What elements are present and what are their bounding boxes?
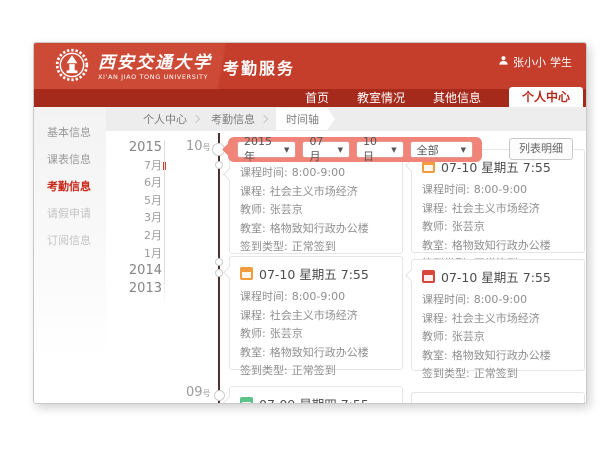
scale-year-2015[interactable]: 2015 — [98, 139, 162, 157]
timeline-node — [215, 258, 223, 266]
caret-down-icon: ▼ — [284, 146, 289, 154]
scale-year-2013[interactable]: 2013 — [98, 280, 162, 298]
app-header: 西安交通大学 XI'AN JIAO TONG UNIVERSITY 考勤服务 张… — [34, 43, 586, 89]
university-emblem-icon — [54, 47, 90, 87]
day-select[interactable]: 10日▼ — [356, 141, 404, 158]
caret-down-icon: ▼ — [338, 146, 343, 154]
sidebar-item-schedule-info[interactable]: 课表信息 — [34, 146, 106, 173]
card-header: 07-10 星期五 7:55 — [230, 257, 402, 283]
sidebar-item-subscription-info[interactable]: 订阅信息 — [34, 227, 106, 254]
attendance-card[interactable] — [411, 392, 585, 404]
breadcrumb-personal-center[interactable]: 个人中心 — [140, 111, 190, 127]
attendance-card[interactable]: 课程时间:8:00-9:00 课程:社会主义市场经济 教师:张芸京 教室:格物致… — [229, 151, 403, 254]
caret-down-icon: ▼ — [461, 146, 466, 154]
attendance-card[interactable]: 07-10 星期五 7:55 课程时间:8:00-9:00 课程:社会主义市场经… — [411, 149, 585, 253]
attendance-card[interactable]: 07-10 星期五 7:55 课程时间:8:00-9:00 课程:社会主义市场经… — [229, 256, 403, 370]
timeline-node — [214, 390, 225, 401]
service-title: 考勤服务 — [223, 55, 295, 79]
main-nav: 首页 教室情况 其他信息 个人中心 — [34, 89, 586, 107]
filter-bar: 2015年▼ 07月▼ 10日▼ 全部▼ — [228, 137, 482, 162]
timeline-scale: 2015 7月 6月 5月 3月 2月 1月 2014 2013 — [98, 139, 162, 297]
attendance-card[interactable]: 07-10 星期五 7:55 课程时间:8:00-9:00 课程:社会主义市场经… — [411, 259, 585, 371]
scale-month-3[interactable]: 3月 — [98, 209, 162, 227]
scope-select[interactable]: 全部▼ — [410, 141, 473, 158]
sidebar-item-leave-request[interactable]: 请假申请 — [34, 200, 106, 227]
card-date-title: 07-10 星期五 7:55 — [441, 267, 551, 286]
sidebar-item-attendance-info[interactable]: 考勤信息 — [34, 173, 106, 200]
user-role: 学生 — [550, 54, 572, 70]
timeline-axis — [218, 133, 220, 403]
scale-month-1[interactable]: 1月 — [98, 245, 162, 263]
sidebar-item-basic-info[interactable]: 基本信息 — [34, 119, 106, 146]
card-date-title: 07-10 星期五 7:55 — [259, 264, 369, 283]
breadcrumb-timeline[interactable]: 时间轴 — [276, 108, 335, 130]
card-date-title: 07-09 星期四 7:55 — [259, 394, 369, 404]
attendance-card[interactable]: 07-09 星期四 7:55 — [229, 386, 403, 404]
calendar-icon — [240, 397, 253, 404]
day-marker-10: 10号 — [186, 139, 211, 154]
calendar-icon — [240, 267, 253, 280]
user-info[interactable]: 张小小 学生 — [498, 54, 572, 70]
scale-month-2[interactable]: 2月 — [98, 227, 162, 245]
card-header: 07-10 星期五 7:55 — [412, 260, 584, 286]
scale-divider — [164, 140, 165, 308]
nav-item-home[interactable]: 首页 — [305, 89, 329, 107]
breadcrumb-attendance-info[interactable]: 考勤信息 — [208, 111, 258, 127]
person-icon — [498, 55, 509, 69]
sidebar: 基本信息 课表信息 考勤信息 请假申请 订阅信息 — [34, 107, 106, 403]
scale-month-5[interactable]: 5月 — [98, 192, 162, 210]
user-name: 张小小 — [513, 54, 546, 70]
year-select[interactable]: 2015年▼ — [237, 141, 296, 158]
caret-down-icon: ▼ — [391, 146, 396, 154]
university-name-cn: 西安交通大学 — [98, 54, 212, 72]
nav-tab-personal-center[interactable]: 个人中心 — [509, 87, 583, 107]
day-marker-09: 09号 — [186, 385, 211, 400]
month-select[interactable]: 07月▼ — [302, 141, 350, 158]
scale-month-7[interactable]: 7月 — [98, 157, 162, 175]
breadcrumb: 个人中心 考勤信息 时间轴 — [106, 107, 586, 131]
university-logo: 西安交通大学 XI'AN JIAO TONG UNIVERSITY 考勤服务 — [54, 47, 295, 87]
calendar-icon — [422, 270, 435, 283]
university-name-en: XI'AN JIAO TONG UNIVERSITY — [98, 73, 212, 81]
chevron-right-icon — [260, 115, 268, 123]
card-header: 07-09 星期四 7:55 — [230, 387, 402, 404]
scale-year-2014[interactable]: 2014 — [98, 262, 162, 280]
timeline-node — [215, 161, 223, 169]
timeline-node — [215, 269, 223, 277]
app-window: 西安交通大学 XI'AN JIAO TONG UNIVERSITY 考勤服务 张… — [33, 42, 587, 404]
nav-item-classrooms[interactable]: 教室情况 — [357, 89, 405, 107]
nav-item-other-info[interactable]: 其他信息 — [433, 89, 481, 107]
chevron-right-icon — [192, 115, 200, 123]
scale-month-6[interactable]: 6月 — [98, 174, 162, 192]
list-detail-button[interactable]: 列表明细 — [509, 138, 573, 160]
